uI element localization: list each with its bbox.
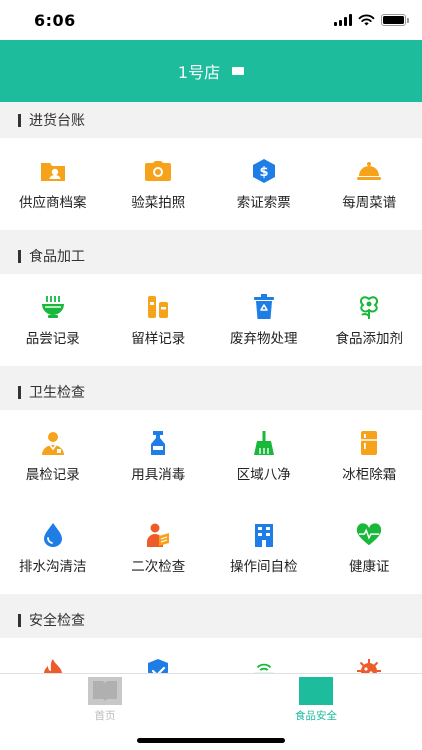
wifi-icon (358, 14, 375, 26)
grid-item-menu[interactable]: 每周菜谱 (317, 138, 422, 230)
grid-item-waste[interactable]: 废弃物处理 (211, 274, 317, 366)
grid-item-fire[interactable] (0, 638, 106, 673)
svg-text:$: $ (259, 165, 268, 180)
grid-item-invoice[interactable]: $ 索证索票 (211, 138, 317, 230)
grid-item-morning-check[interactable]: 晨检记录 (0, 410, 106, 502)
section-title-text: 食品加工 (29, 249, 85, 265)
building-icon (251, 522, 277, 548)
grid-item-label: 排水沟清洁 (19, 559, 87, 575)
grid-item-label: 每周菜谱 (342, 195, 397, 211)
fire-icon (40, 658, 66, 673)
grid-item-recheck[interactable]: 二次检查 (106, 502, 212, 594)
store-name: 1号店 (177, 63, 221, 82)
section-title-text: 安全检查 (29, 613, 85, 629)
bowl-icon (40, 294, 66, 320)
grid-item-additive[interactable]: 食品添加剂 (317, 274, 422, 366)
cellular-signal-icon (334, 14, 352, 26)
grid-item-label: 用具消毒 (131, 467, 186, 483)
heart-pulse-icon (356, 522, 382, 548)
camera-icon (145, 158, 172, 184)
section-grid-purchase: 供应商档案 验菜拍照 $ 索证索票 每周菜谱 (0, 138, 422, 230)
water-drop-icon (40, 522, 66, 548)
router-icon (251, 658, 277, 673)
spray-bottle-icon (145, 430, 171, 456)
grid-item-label: 留样记录 (131, 331, 186, 347)
grid-item-label: 冰柜除霜 (342, 467, 397, 483)
section-grid-processing: 品尝记录 留样记录 废弃物处理 食品添加剂 (0, 274, 422, 366)
section-title-text: 卫生检查 (29, 385, 85, 401)
grid-item-supplier[interactable]: 供应商档案 (0, 138, 106, 230)
grid-item-tasting[interactable]: 品尝记录 (0, 274, 106, 366)
invoice-dollar-icon: $ (251, 158, 277, 184)
additive-plant-icon (356, 294, 382, 320)
grid-item-label: 供应商档案 (19, 195, 87, 211)
health-worker-icon (40, 430, 66, 456)
grid-item-area-clean[interactable]: 区域八净 (211, 410, 317, 502)
virus-icon (356, 658, 382, 673)
status-time: 6:06 (34, 11, 76, 30)
tab-food-safety[interactable]: 食品安全 (276, 677, 356, 722)
grid-item-shield[interactable] (106, 638, 212, 673)
section-title: 食品加工 (0, 238, 422, 274)
grid-item-health-cert[interactable]: 健康证 (317, 502, 422, 594)
section-grid-safety (0, 638, 422, 673)
grid-item-label: 健康证 (349, 559, 390, 575)
shield-check-icon (145, 658, 171, 673)
grid-item-label: 区域八净 (236, 467, 291, 483)
tab-label: 首页 (94, 710, 116, 722)
store-header[interactable]: 1号店 (0, 40, 422, 102)
grid-item-label: 食品添加剂 (335, 331, 404, 347)
section-title: 进货台账 (0, 102, 422, 138)
home-icon (88, 677, 122, 705)
grid-item-self-check[interactable]: 操作间自检 (211, 502, 317, 594)
section-bar-icon (18, 385, 21, 399)
status-icons (334, 12, 409, 28)
section-bar-icon (18, 613, 21, 627)
section-grid-hygiene: 晨检记录 用具消毒 区域八净 冰柜除霜 排水沟清洁 二次检查 操作间自检 健康证 (0, 410, 422, 594)
grid-item-photo[interactable]: 验菜拍照 (106, 138, 212, 230)
grid-item-router[interactable] (211, 638, 317, 673)
status-bar: 6:06 (0, 0, 422, 40)
supplier-folder-icon (40, 158, 66, 184)
grid-item-label: 废弃物处理 (230, 331, 298, 347)
grid-item-defrost[interactable]: 冰柜除霜 (317, 410, 422, 502)
section-title: 安全检查 (0, 602, 422, 638)
grid-item-label: 二次检查 (131, 559, 186, 575)
reading-person-icon (145, 522, 171, 548)
section-title: 卫生检查 (0, 374, 422, 410)
battery-icon (381, 14, 409, 26)
section-bar-icon (18, 113, 21, 127)
grid-item-label: 品尝记录 (25, 331, 80, 347)
grid-item-label: 晨检记录 (25, 467, 80, 483)
dish-cover-icon (356, 158, 382, 184)
section-bar-icon (18, 249, 21, 263)
food-safety-icon (299, 677, 333, 705)
grid-item-label: 索证索票 (236, 195, 291, 211)
grid-item-drain[interactable]: 排水沟清洁 (0, 502, 106, 594)
grid-item-label: 操作间自检 (230, 559, 298, 575)
recycle-bin-icon (251, 294, 277, 320)
fridge-icon (356, 430, 382, 456)
store-switch-icon[interactable] (232, 67, 245, 75)
grid-item-sample[interactable]: 留样记录 (106, 274, 212, 366)
broom-icon (251, 430, 277, 456)
section-title-text: 进货台账 (29, 113, 85, 129)
main-content[interactable]: 进货台账 供应商档案 验菜拍照 $ 索证索票 每周菜谱 食品加工 品尝记录 留样… (0, 102, 422, 673)
grid-item-virus[interactable] (317, 638, 422, 673)
grid-item-label: 验菜拍照 (131, 195, 186, 211)
grid-item-disinfect[interactable]: 用具消毒 (106, 410, 212, 502)
tab-home[interactable]: 首页 (65, 677, 145, 722)
tab-label: 食品安全 (295, 710, 337, 722)
sample-jar-icon (145, 294, 171, 320)
home-indicator (137, 738, 285, 743)
